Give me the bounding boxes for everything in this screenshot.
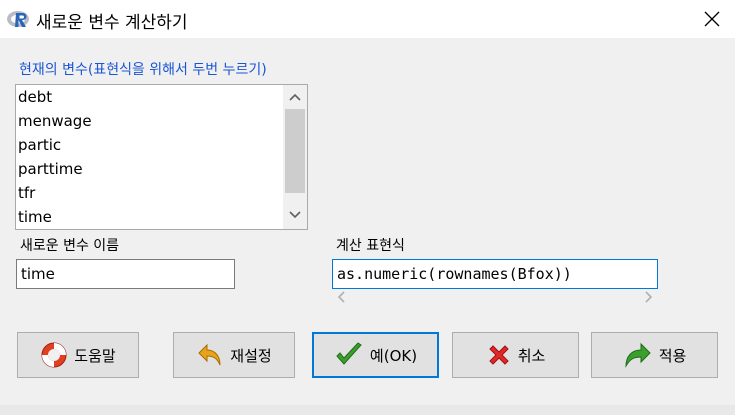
apply-button-label: 적용 — [658, 346, 687, 365]
r-logo-icon — [7, 11, 29, 27]
ok-button[interactable]: 예(OK) — [312, 332, 439, 378]
undo-arrow-icon — [198, 343, 221, 366]
reset-button[interactable]: 재설정 — [173, 332, 295, 378]
list-item[interactable]: tfr — [18, 181, 280, 205]
expression-label: 계산 표현식 — [336, 238, 405, 254]
close-button[interactable] — [689, 0, 735, 38]
list-item[interactable]: partic — [18, 133, 280, 157]
cancel-button[interactable]: 취소 — [452, 332, 579, 378]
reset-button-label: 재설정 — [230, 346, 272, 365]
chevron-up-icon[interactable] — [287, 89, 303, 105]
list-item[interactable]: time — [18, 205, 280, 229]
variables-listbox[interactable]: debt menwage partic parttime tfr time — [15, 84, 308, 230]
close-icon — [704, 11, 720, 27]
variables-label: 현재의 변수(표현식을 위해서 두번 누르기) — [19, 62, 267, 78]
chevron-left-icon[interactable] — [335, 290, 349, 304]
help-button[interactable]: 도움말 — [17, 332, 139, 378]
cancel-button-label: 취소 — [517, 346, 546, 365]
variables-list: debt menwage partic parttime tfr time — [18, 85, 280, 229]
vertical-scrollbar[interactable] — [283, 85, 307, 229]
list-item[interactable]: menwage — [18, 109, 280, 133]
ok-button-label: 예(OK) — [369, 346, 418, 365]
checkmark-icon — [336, 342, 362, 365]
cross-icon — [488, 345, 509, 365]
expression-input[interactable]: as.numeric(rownames(Bfox)) — [332, 259, 658, 289]
new-variable-label: 새로운 변수 이름 — [20, 238, 120, 254]
forward-arrow-icon — [625, 342, 651, 368]
scrollbar-thumb[interactable] — [285, 109, 305, 193]
expression-horizontal-scroll — [333, 290, 657, 306]
chevron-right-icon[interactable] — [641, 290, 655, 304]
lifebuoy-icon — [41, 342, 67, 368]
list-item[interactable]: parttime — [18, 157, 280, 181]
background-strip — [0, 405, 735, 415]
new-variable-input[interactable]: time — [16, 259, 235, 289]
title-bar: 새로운 변수 계산하기 — [0, 0, 735, 38]
list-item[interactable]: debt — [18, 85, 280, 109]
help-button-label: 도움말 — [74, 346, 116, 365]
apply-button[interactable]: 적용 — [591, 332, 718, 378]
window-title: 새로운 변수 계산하기 — [36, 13, 188, 33]
chevron-down-icon[interactable] — [287, 207, 303, 223]
